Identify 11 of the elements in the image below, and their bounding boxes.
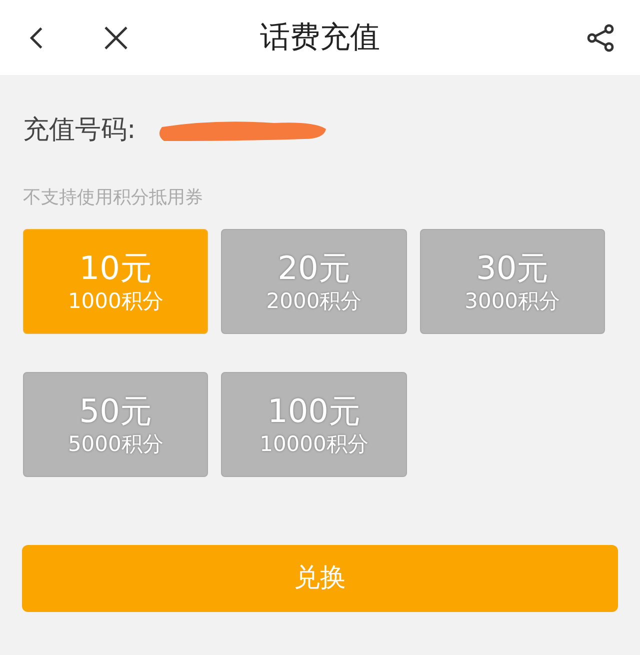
recharge-option[interactable]: 10元 1000积分 [23,229,208,334]
page-title: 话费充值 [260,19,380,57]
share-icon[interactable] [586,22,616,52]
recharge-option[interactable]: 100元 10000积分 [221,372,407,477]
recharge-option[interactable]: 50元 5000积分 [23,372,208,477]
notice-text: 不支持使用积分抵用券 [23,186,204,210]
recharge-number-label: 充值号码: [23,114,136,146]
recharge-option[interactable]: 30元 3000积分 [420,229,605,334]
close-icon[interactable] [102,24,130,52]
recharge-option[interactable]: 20元 2000积分 [221,229,407,334]
exchange-button[interactable]: 兑换 [22,545,618,612]
